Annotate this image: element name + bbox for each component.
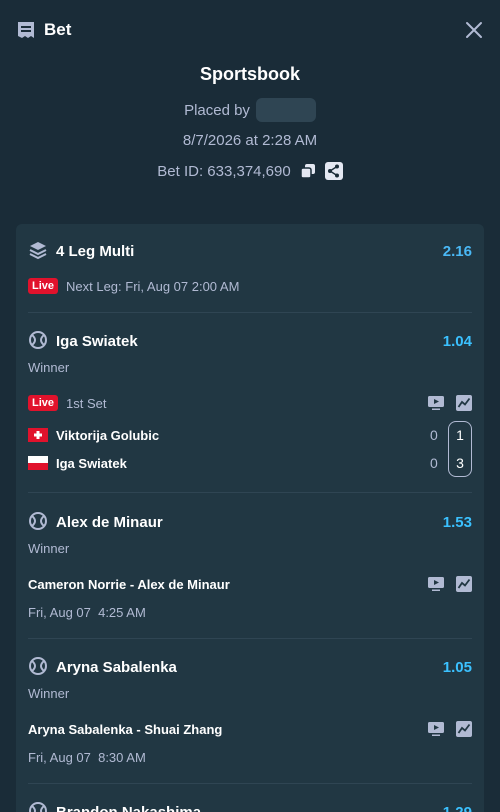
copy-icon[interactable] [299, 162, 317, 180]
placed-by: Placed by [0, 98, 500, 122]
live-stream-icon[interactable] [428, 576, 444, 592]
live-stream-icon[interactable] [428, 395, 444, 411]
live-badge: Live [28, 395, 58, 411]
leg-player: Iga Swiatek [56, 333, 138, 350]
bet-id-row: Bet ID: 633,374,690 [0, 162, 500, 180]
leg-match[interactable]: Cameron Norrie - Alex de Minaur [28, 577, 230, 592]
tennis-ball-icon [29, 802, 47, 812]
leg-match[interactable]: Aryna Sabalenka - Shuai Zhang [28, 722, 222, 737]
leg-player: Alex de Minaur [56, 514, 163, 531]
divider [28, 638, 472, 639]
bet-header: Bet [0, 0, 500, 60]
leg-market: Winner [28, 686, 70, 701]
leg-player: Brandon Nakashima [56, 804, 201, 812]
leg-market: Winner [28, 541, 70, 556]
bet-id: Bet ID: 633,374,690 [157, 162, 291, 180]
leg-odds: 1.04 [442, 333, 472, 350]
leg-period: 1st Set [66, 396, 107, 411]
stats-chart-icon[interactable] [456, 721, 472, 737]
player-score: 0 [430, 455, 438, 471]
leg-market: Winner [28, 360, 70, 375]
set-score: 3 [456, 455, 464, 471]
leg-time: Fri, Aug 07 4:25 AM [28, 605, 146, 620]
tennis-ball-icon [29, 512, 47, 530]
player-name: Viktorija Golubic [56, 428, 160, 443]
close-icon[interactable] [464, 20, 484, 40]
user-name-hidden[interactable] [255, 98, 316, 122]
bet-card: 4 Leg Multi 2.16 Live Next Leg: Fri, Aug… [16, 224, 484, 812]
divider [28, 783, 472, 784]
layers-icon [29, 242, 47, 260]
leg-player: Aryna Sabalenka [56, 659, 177, 676]
leg-time: Fri, Aug 07 8:30 AM [28, 750, 146, 765]
stats-chart-icon[interactable] [456, 395, 472, 411]
leg-odds: 1.05 [442, 659, 472, 676]
placed-date: 8/7/2026 at 2:28 AM [182, 132, 318, 149]
divider [28, 492, 472, 493]
tennis-ball-icon [29, 657, 47, 675]
live-badge: Live [28, 278, 58, 294]
multi-odds: 2.16 [442, 243, 472, 260]
set-score: 1 [456, 427, 464, 443]
player-name: Iga Swiatek [56, 456, 127, 471]
poland-flag-icon [28, 456, 48, 470]
divider [28, 312, 472, 313]
header-title: Bet [44, 20, 72, 39]
placed-by-label: Placed by [184, 101, 250, 119]
stats-chart-icon[interactable] [456, 576, 472, 592]
share-icon[interactable] [324, 162, 343, 180]
player-score: 0 [430, 427, 438, 443]
leg-odds: 1.29 [443, 804, 472, 812]
multi-title: 4 Leg Multi [56, 243, 135, 260]
live-stream-icon[interactable] [428, 721, 444, 737]
switzerland-flag-icon [28, 428, 48, 442]
sportsbook-title: Sportsbook [199, 64, 300, 84]
tennis-ball-icon [29, 331, 47, 349]
leg-odds: 1.53 [442, 514, 472, 531]
next-leg: Next Leg: Fri, Aug 07 2:00 AM [66, 279, 240, 294]
receipt-icon [18, 22, 34, 38]
